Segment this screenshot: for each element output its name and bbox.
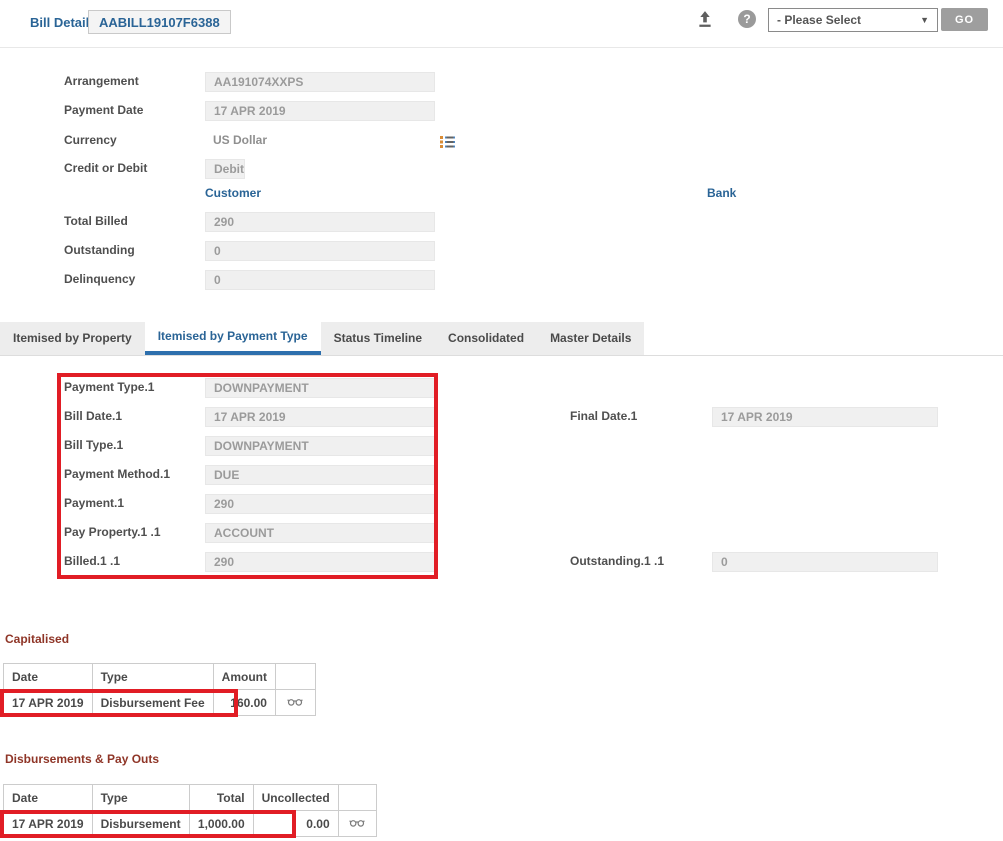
- eyeglasses-icon: [287, 695, 303, 707]
- customer-link[interactable]: Customer: [205, 184, 261, 203]
- tab-consolidated[interactable]: Consolidated: [435, 322, 537, 355]
- payment-method-1-label: Payment Method.1: [64, 465, 170, 484]
- tab-divider: [0, 355, 1003, 356]
- table-row: 17 APR 2019 Disbursement Fee 160.00: [4, 690, 316, 716]
- delinquency-field[interactable]: 0: [205, 270, 435, 290]
- disbursements-col-total: Total: [189, 785, 253, 811]
- bank-link[interactable]: Bank: [707, 184, 736, 203]
- list-icon: [439, 134, 456, 149]
- tab-itemised-by-payment-type[interactable]: Itemised by Payment Type: [145, 322, 321, 355]
- bill-type-1-label: Bill Type.1: [64, 436, 123, 455]
- capitalised-col-date: Date: [4, 664, 93, 690]
- payment-date-label: Payment Date: [64, 101, 143, 120]
- billed-1-1-field[interactable]: 290: [205, 552, 435, 572]
- delinquency-label: Delinquency: [64, 270, 135, 289]
- payment-type-1-label: Payment Type.1: [64, 378, 154, 397]
- tab-status-timeline[interactable]: Status Timeline: [321, 322, 435, 355]
- payment-1-label: Payment.1: [64, 494, 124, 513]
- tab-itemised-by-property[interactable]: Itemised by Property: [0, 322, 145, 355]
- currency-label: Currency: [64, 131, 117, 150]
- bill-date-1-label: Bill Date.1: [64, 407, 122, 426]
- disbursements-table: Date Type Total Uncollected 17 APR 2019 …: [3, 784, 377, 837]
- disbursements-col-actions: [338, 785, 376, 811]
- payment-type-1-field[interactable]: DOWNPAYMENT: [205, 378, 435, 398]
- upload-arrow-icon: [696, 10, 714, 28]
- disbursements-col-date: Date: [4, 785, 93, 811]
- capitalised-col-actions: [275, 664, 315, 690]
- total-billed-label: Total Billed: [64, 212, 128, 231]
- disbursements-section-title: Disbursements & Pay Outs: [5, 752, 159, 766]
- help-icon[interactable]: ?: [738, 10, 756, 28]
- capitalised-col-amount: Amount: [213, 664, 275, 690]
- outstanding-1-1-field[interactable]: 0: [712, 552, 938, 572]
- billed-1-1-label: Billed.1 .1: [64, 552, 120, 571]
- tab-bar: Itemised by Property Itemised by Payment…: [0, 322, 644, 355]
- payment-1-field[interactable]: 290: [205, 494, 435, 514]
- capitalised-cell-date: 17 APR 2019: [4, 690, 93, 716]
- action-select[interactable]: - Please Select ▼: [768, 8, 938, 32]
- credit-or-debit-label: Credit or Debit: [64, 159, 147, 178]
- capitalised-table: Date Type Amount 17 APR 2019 Disbursemen…: [3, 663, 316, 716]
- arrangement-label: Arrangement: [64, 72, 139, 91]
- table-row: 17 APR 2019 Disbursement 1,000.00 0.00: [4, 811, 377, 837]
- final-date-1-field[interactable]: 17 APR 2019: [712, 407, 938, 427]
- outstanding-1-1-label: Outstanding.1 .1: [570, 552, 664, 571]
- final-date-1-label: Final Date.1: [570, 407, 637, 426]
- total-billed-field[interactable]: 290: [205, 212, 435, 232]
- capitalised-col-type: Type: [92, 664, 213, 690]
- disbursements-header-row: Date Type Total Uncollected: [4, 785, 377, 811]
- credit-or-debit-field[interactable]: Debit: [205, 159, 245, 179]
- bill-date-1-field[interactable]: 17 APR 2019: [205, 407, 435, 427]
- capitalised-cell-type: Disbursement Fee: [92, 690, 213, 716]
- eyeglasses-icon: [349, 816, 365, 828]
- disbursements-cell-type: Disbursement: [92, 811, 189, 837]
- upload-icon[interactable]: [695, 10, 715, 30]
- disbursements-cell-date: 17 APR 2019: [4, 811, 93, 837]
- bill-id-field[interactable]: AABILL19107F6388: [88, 10, 231, 34]
- outstanding-field[interactable]: 0: [205, 241, 435, 261]
- disbursements-col-uncollected: Uncollected: [253, 785, 338, 811]
- bill-details-page: Bill Details AABILL19107F6388 ? - Please…: [0, 0, 1003, 841]
- header-divider: [0, 47, 1003, 48]
- disbursements-cell-uncollected: 0.00: [253, 811, 338, 837]
- capitalised-section-title: Capitalised: [5, 632, 69, 646]
- capitalised-view-button[interactable]: [287, 695, 303, 710]
- chevron-down-icon: ▼: [920, 9, 929, 31]
- outstanding-label: Outstanding: [64, 241, 135, 260]
- currency-list-icon[interactable]: [437, 133, 457, 153]
- action-select-value: - Please Select: [777, 13, 861, 27]
- payment-date-field[interactable]: 17 APR 2019: [205, 101, 435, 121]
- pay-property-1-1-label: Pay Property.1 .1: [64, 523, 161, 542]
- capitalised-cell-amount: 160.00: [213, 690, 275, 716]
- arrangement-field[interactable]: AA191074XXPS: [205, 72, 435, 92]
- capitalised-header-row: Date Type Amount: [4, 664, 316, 690]
- disbursements-cell-total: 1,000.00: [189, 811, 253, 837]
- page-title: Bill Details: [30, 15, 96, 30]
- tab-master-details[interactable]: Master Details: [537, 322, 644, 355]
- bill-type-1-field[interactable]: DOWNPAYMENT: [205, 436, 435, 456]
- go-button[interactable]: GO: [941, 8, 988, 31]
- currency-value: US Dollar: [213, 131, 267, 150]
- pay-property-1-1-field[interactable]: ACCOUNT: [205, 523, 435, 543]
- disbursements-col-type: Type: [92, 785, 189, 811]
- payment-method-1-field[interactable]: DUE: [205, 465, 435, 485]
- disbursements-view-button[interactable]: [349, 816, 365, 831]
